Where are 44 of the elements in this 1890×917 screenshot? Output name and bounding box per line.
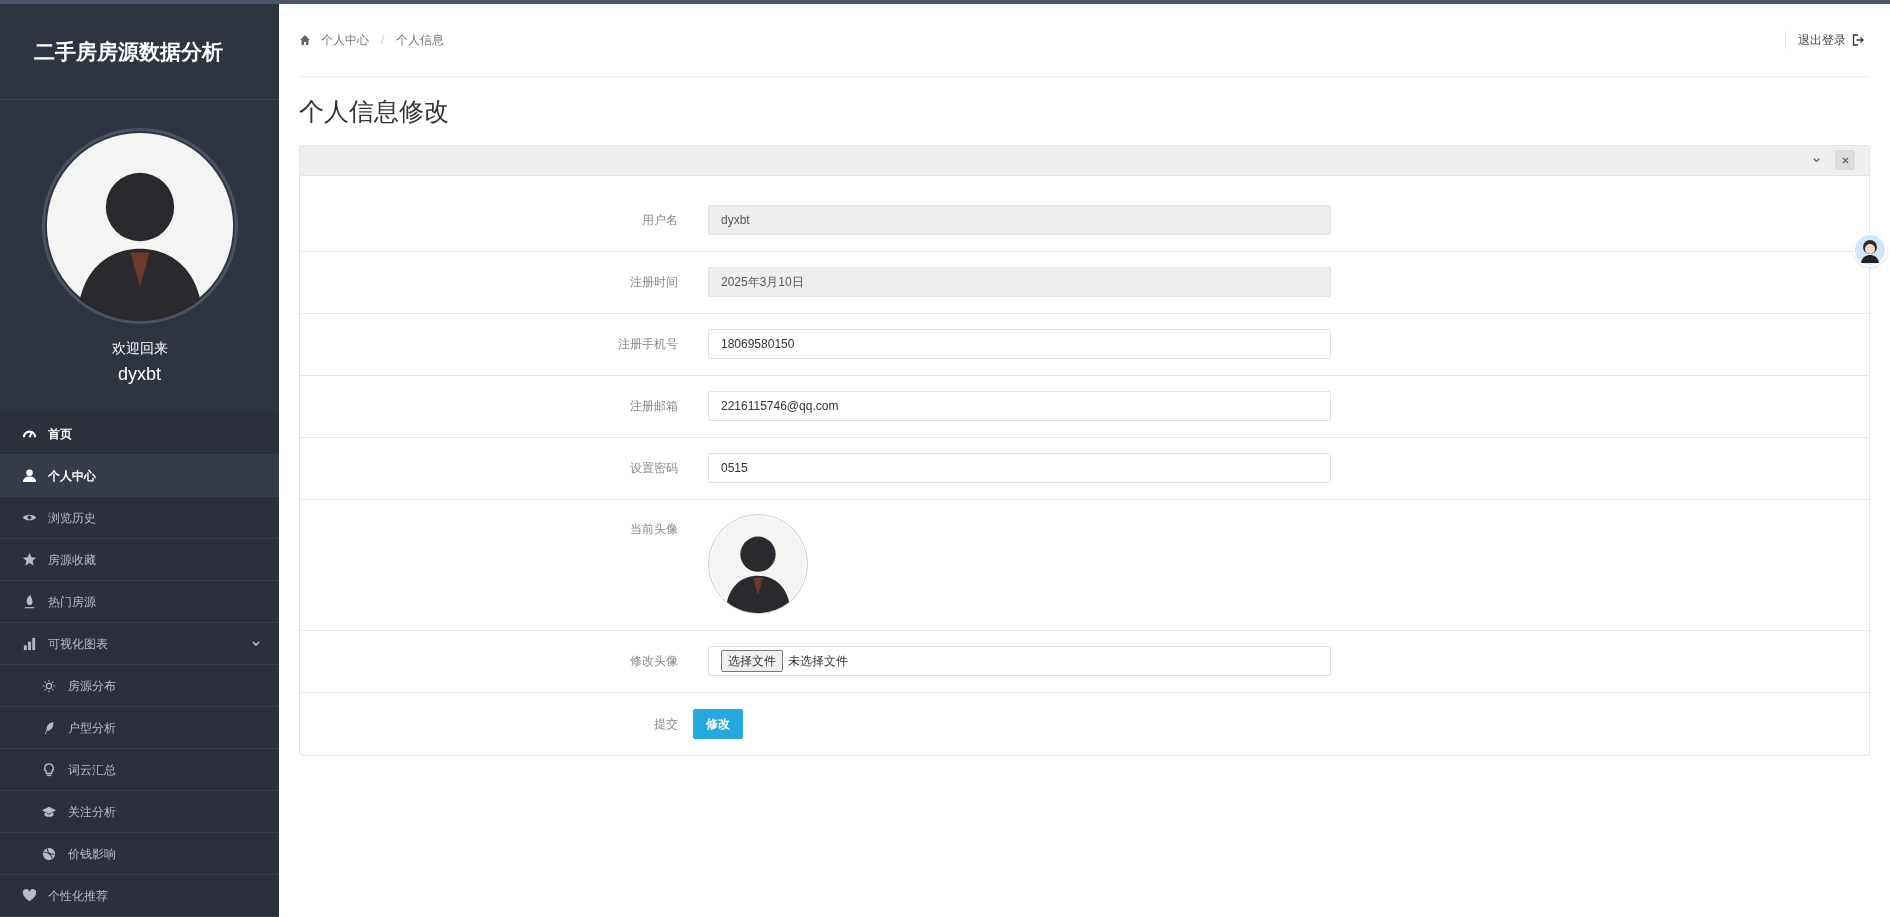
field-label: 注册时间 [629, 274, 679, 291]
home-icon [299, 34, 311, 46]
feather-icon [42, 720, 56, 735]
field-label: 修改头像 [629, 653, 679, 670]
breadcrumb-separator: / [381, 32, 385, 49]
field-label: 提交 [653, 715, 679, 733]
breadcrumb-link[interactable]: 个人中心 [321, 31, 369, 49]
app-title: 二手房房源数据分析 [34, 38, 223, 65]
page-title: 个人信息修改 [299, 96, 450, 127]
input-field[interactable]: 2216115746@qq.com [708, 391, 1331, 421]
nav-subitem[interactable]: 房源分布 [0, 665, 279, 707]
field-label: 设置密码 [629, 460, 679, 477]
user-icon [22, 468, 37, 483]
welcome-text: 欢迎回来 [111, 339, 168, 358]
logout-button[interactable]: 退出登录 [1785, 31, 1864, 49]
bar-chart-icon [22, 636, 37, 651]
choose-file-button[interactable]: 选择文件 [721, 650, 783, 672]
nav-subitem[interactable]: 户型分析 [0, 707, 279, 749]
input-field[interactable]: 0515 [708, 453, 1331, 483]
username-text: dyxbt [118, 363, 161, 386]
heart-icon [22, 888, 37, 903]
breadcrumb-link[interactable]: 个人信息 [396, 31, 445, 49]
field-label: 当前头像 [629, 520, 679, 538]
nav-subitem[interactable]: 词云汇总 [0, 749, 279, 791]
close-icon [1841, 156, 1849, 164]
readonly-field: dyxbt [708, 205, 1331, 235]
field-label: 注册手机号 [617, 336, 679, 353]
nav-item[interactable]: 个人中心 [0, 455, 279, 497]
star-icon [22, 552, 37, 567]
chevron-icon [251, 638, 261, 649]
logout-icon [1852, 34, 1864, 46]
flame-icon [22, 594, 37, 609]
close-button[interactable] [1835, 150, 1855, 170]
field-label: 注册邮箱 [629, 398, 679, 415]
graduation-cap-icon [42, 804, 56, 819]
nav-subitem[interactable]: 关注分析 [0, 791, 279, 833]
ball-icon [42, 846, 56, 861]
input-field[interactable]: 18069580150 [708, 329, 1331, 359]
field-label: 用户名 [641, 212, 679, 229]
readonly-field: 2025年3月10日 [708, 267, 1331, 297]
collapse-icon[interactable] [1812, 155, 1821, 165]
lightbulb-icon [42, 762, 56, 777]
file-status-text: 未选择文件 [788, 653, 848, 670]
sun-icon [42, 678, 56, 693]
